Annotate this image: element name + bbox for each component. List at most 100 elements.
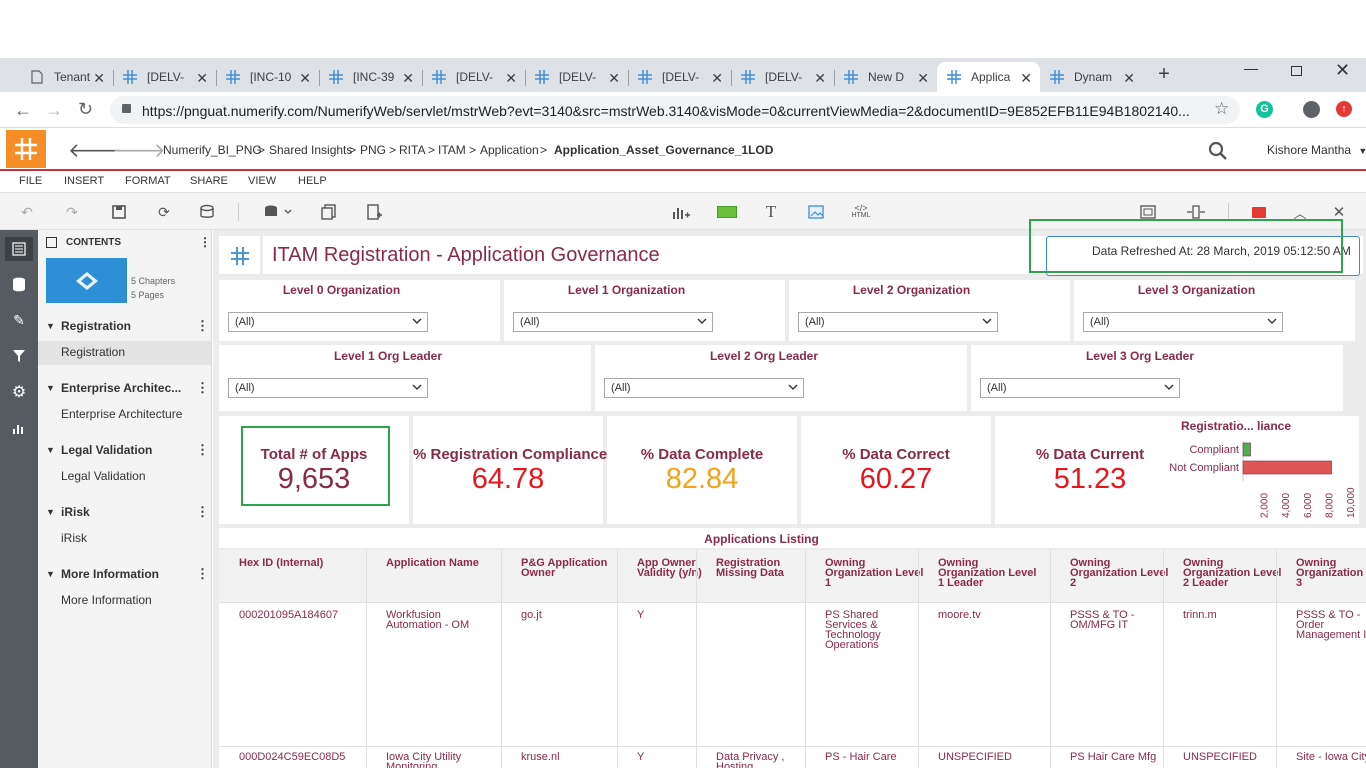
column-header[interactable]: Hex ID (Internal)	[239, 558, 359, 569]
menu-view[interactable]: VIEW	[248, 175, 276, 187]
browser-tab[interactable]: [DELV- ✕	[422, 62, 525, 92]
filter-dropdown[interactable]: (All)	[513, 312, 713, 332]
breadcrumb-link[interactable]: ITAM	[438, 143, 466, 157]
close-tab-icon[interactable]: ✕	[608, 70, 620, 87]
filter-dropdown[interactable]: (All)	[228, 312, 428, 332]
browser-tab[interactable]: Tenant ✕	[20, 62, 113, 92]
insert-html-icon[interactable]: </> HTML	[850, 203, 872, 221]
close-tab-icon[interactable]: ✕	[1123, 70, 1135, 87]
new-page-icon[interactable]	[365, 203, 383, 221]
update-alert-icon[interactable]: ↑	[1336, 101, 1352, 117]
filter-dropdown[interactable]: (All)	[604, 378, 804, 398]
page-item[interactable]: Legal Validation	[61, 469, 146, 483]
chapter-title[interactable]: iRisk	[61, 505, 90, 519]
close-tab-icon[interactable]: ✕	[711, 70, 723, 87]
minimize-window-button[interactable]	[1244, 60, 1258, 70]
address-bar[interactable]: https://pnguat.numerify.com/NumerifyWeb/…	[110, 96, 1240, 124]
grammarly-extension-icon[interactable]: G	[1256, 101, 1273, 118]
column-header[interactable]: Owning Organization Level 2	[1070, 558, 1170, 589]
more-options-icon[interactable]: ⋮	[196, 504, 209, 520]
profile-avatar-icon[interactable]	[1303, 101, 1320, 118]
chart-bar[interactable]	[1242, 460, 1332, 475]
breadcrumb-link[interactable]: RITA	[399, 143, 425, 157]
chapter-title[interactable]: More Information	[61, 567, 159, 581]
filter-dropdown[interactable]: (All)	[1083, 312, 1283, 332]
close-tab-icon[interactable]: ✕	[196, 70, 208, 87]
chevron-down-icon[interactable]: ▼	[46, 383, 55, 393]
close-tab-icon[interactable]: ✕	[814, 70, 826, 87]
browser-tab[interactable]: Dynam ✕	[1040, 62, 1143, 92]
more-options-icon[interactable]: ⋮	[199, 235, 211, 249]
browser-tab[interactable]: New D ✕	[834, 62, 937, 92]
menu-insert[interactable]: INSERT	[64, 175, 104, 187]
column-header[interactable]: Application Name	[386, 558, 486, 569]
more-options-icon[interactable]: ⋮	[196, 566, 209, 582]
numerify-logo-icon[interactable]	[6, 130, 46, 168]
browser-tab[interactable]: [INC-10 ✕	[216, 62, 319, 92]
restore-window-button[interactable]	[1291, 66, 1302, 76]
redo-icon[interactable]: ↷	[63, 203, 81, 221]
browser-tab[interactable]: [DELV- ✕	[731, 62, 834, 92]
new-tab-button[interactable]: +	[1154, 64, 1174, 84]
close-tab-icon[interactable]: ✕	[917, 70, 929, 87]
breadcrumb-link[interactable]: Numerify_BI_PNG	[163, 143, 262, 157]
column-header[interactable]: Owning Organization Level 3	[1296, 558, 1366, 589]
page-item[interactable]: iRisk	[61, 531, 87, 545]
close-tab-icon[interactable]: ✕	[299, 70, 311, 87]
close-tab-icon[interactable]: ✕	[402, 70, 414, 87]
breadcrumb-link[interactable]: PNG	[360, 143, 386, 157]
table-of-contents-icon[interactable]	[5, 237, 33, 261]
chapter-title[interactable]: Enterprise Architec...	[61, 381, 181, 395]
insert-image-icon[interactable]	[807, 203, 825, 221]
filter-icon[interactable]	[9, 346, 29, 366]
bookmark-star-icon[interactable]: ☆	[1214, 99, 1229, 119]
chart-icon[interactable]	[9, 418, 29, 438]
datasets-icon[interactable]	[9, 274, 29, 294]
forward-arrow-icon[interactable]: 🡒	[112, 138, 166, 163]
chevron-down-icon[interactable]: ▼	[46, 445, 55, 455]
breadcrumb-link[interactable]: Shared Insights	[269, 143, 352, 157]
browser-tab[interactable]: Applica ✕	[937, 62, 1040, 92]
browser-tab[interactable]: [DELV- ✕	[628, 62, 731, 92]
chevron-down-icon[interactable]: ▼	[46, 507, 55, 517]
undo-icon[interactable]: ↶	[18, 203, 36, 221]
browser-tab[interactable]: [DELV- ✕	[525, 62, 628, 92]
chevron-down-icon[interactable]: ▼	[46, 569, 55, 579]
dataset-icon[interactable]	[198, 203, 216, 221]
column-header[interactable]: Owning Organization Level 1	[825, 558, 925, 589]
page-item[interactable]: Registration	[61, 345, 125, 359]
insert-visualization-icon[interactable]	[672, 203, 690, 221]
refresh-icon[interactable]: ⟳	[155, 203, 173, 221]
close-window-button[interactable]: ✕	[1335, 60, 1350, 81]
column-header[interactable]: Owning Organization Level 2 Leader	[1183, 558, 1283, 589]
filter-dropdown[interactable]: (All)	[228, 378, 428, 398]
document-thumbnail[interactable]	[46, 258, 127, 303]
more-options-icon[interactable]: ⋮	[196, 442, 209, 458]
column-header[interactable]: P&G Application Owner	[521, 558, 621, 579]
duplicate-page-icon[interactable]	[320, 203, 338, 221]
format-pencil-icon[interactable]: ✎	[9, 310, 29, 330]
page-item[interactable]: Enterprise Architecture	[61, 407, 182, 421]
browser-tab[interactable]: [DELV- ✕	[113, 62, 216, 92]
page-item[interactable]: More Information	[61, 593, 152, 607]
user-menu[interactable]: Kishore Mantha ▼	[1267, 143, 1366, 157]
more-options-icon[interactable]: ⋮	[196, 318, 209, 334]
close-tab-icon[interactable]: ✕	[1020, 70, 1032, 87]
chapter-title[interactable]: Registration	[61, 319, 131, 333]
chart-bar[interactable]	[1242, 442, 1251, 457]
forward-arrow-icon[interactable]: →	[45, 100, 63, 121]
more-options-icon[interactable]: ⋮	[196, 380, 209, 396]
reload-icon[interactable]: ↻	[78, 99, 93, 120]
close-tab-icon[interactable]: ✕	[505, 70, 517, 87]
filter-dropdown[interactable]: (All)	[980, 378, 1180, 398]
browser-tab[interactable]: [INC-39 ✕	[319, 62, 422, 92]
menu-help[interactable]: HELP	[298, 175, 327, 187]
column-header[interactable]: Registration Missing Data	[716, 558, 816, 579]
insert-filter-icon[interactable]	[716, 203, 738, 221]
menu-share[interactable]: SHARE	[190, 175, 228, 187]
chevron-down-icon[interactable]: ▼	[46, 321, 55, 331]
menu-format[interactable]: FORMAT	[125, 175, 171, 187]
back-arrow-icon[interactable]: ←	[14, 100, 32, 121]
breadcrumb-link[interactable]: Application	[480, 143, 539, 157]
close-tab-icon[interactable]: ✕	[93, 70, 105, 87]
